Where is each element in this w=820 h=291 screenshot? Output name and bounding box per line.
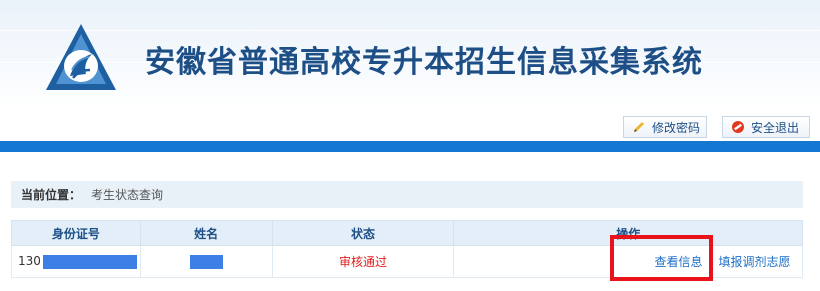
logout-label: 安全退出 bbox=[751, 120, 800, 135]
id-cell: 130 bbox=[11, 245, 141, 278]
name-redaction-mask bbox=[189, 254, 223, 269]
breadcrumb-label: 当前位置： bbox=[21, 188, 82, 202]
id-redaction-mask bbox=[42, 254, 137, 269]
column-header-name: 姓名 bbox=[139, 220, 273, 246]
nav-bar bbox=[0, 141, 820, 152]
page-title: 安徽省普通高校专升本招生信息采集系统 bbox=[145, 45, 703, 80]
logo-icon bbox=[46, 24, 116, 90]
page: 安徽省普通高校专升本招生信息采集系统 修改密码 安全退出 当前位置： 考生状态查… bbox=[0, 0, 820, 291]
logout-button[interactable]: 安全退出 bbox=[722, 116, 810, 138]
breadcrumb: 当前位置： 考生状态查询 bbox=[11, 181, 803, 208]
column-header-status: 状态 bbox=[271, 220, 455, 246]
change-password-button[interactable]: 修改密码 bbox=[623, 116, 707, 138]
breadcrumb-value: 考生状态查询 bbox=[91, 188, 164, 202]
change-password-label: 修改密码 bbox=[652, 120, 701, 135]
name-cell bbox=[139, 245, 273, 278]
status-text: 审核通过 bbox=[338, 255, 387, 269]
column-header-id: 身份证号 bbox=[11, 220, 141, 246]
highlight-box bbox=[610, 235, 713, 281]
fill-adjustment-link[interactable]: 填报调剂志愿 bbox=[719, 255, 791, 269]
no-entry-icon bbox=[731, 120, 745, 134]
status-cell: 审核通过 bbox=[271, 245, 455, 278]
pencil-icon bbox=[632, 120, 646, 134]
id-prefix: 130 bbox=[18, 254, 41, 269]
header-banner: 安徽省普通高校专升本招生信息采集系统 bbox=[0, 0, 820, 110]
